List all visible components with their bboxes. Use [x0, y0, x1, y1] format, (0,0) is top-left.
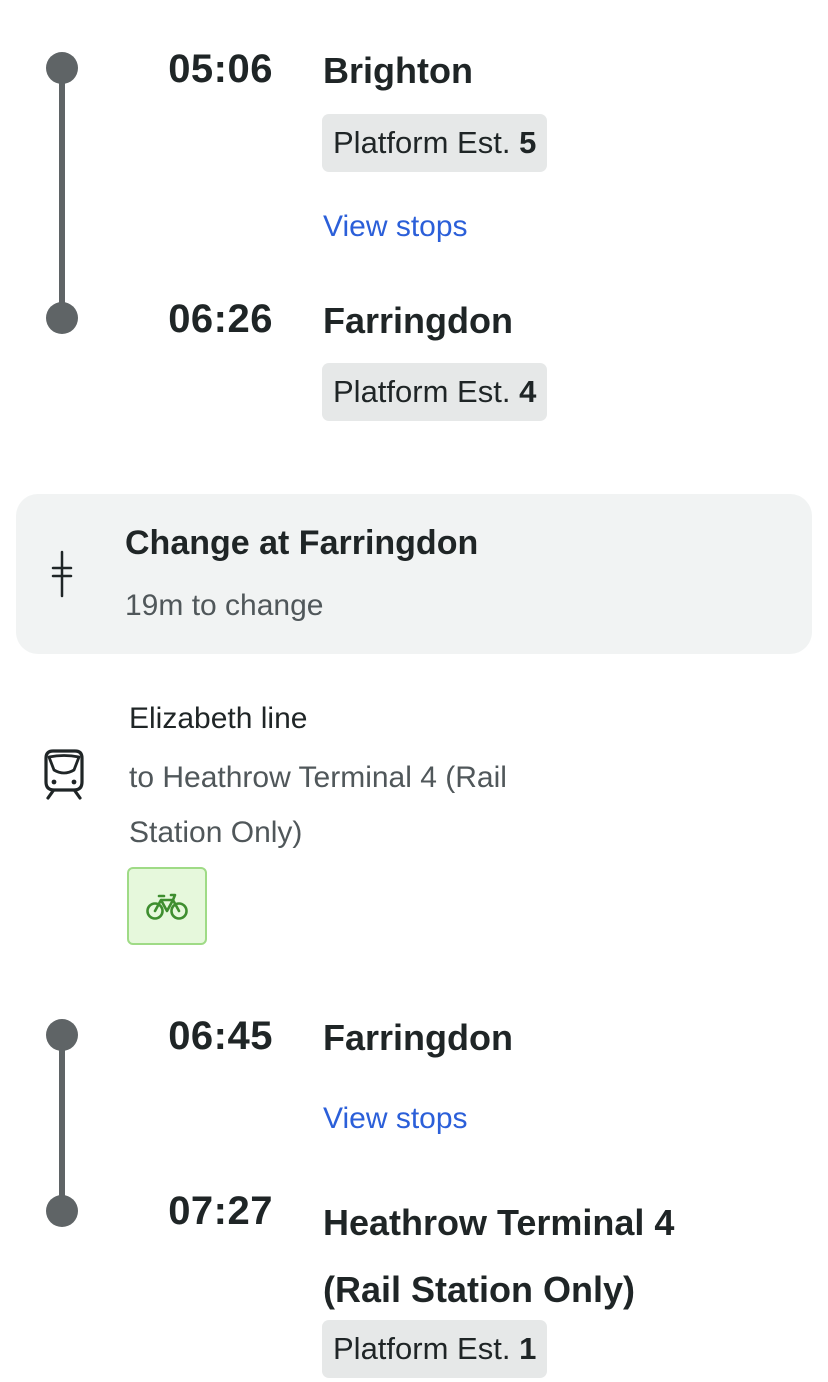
change-title: Change at Farringdon [125, 524, 479, 562]
platform-badge: Platform Est. 5 [322, 114, 548, 172]
departure-time: 05:06 [168, 47, 273, 91]
view-stops-link[interactable]: View stops [323, 1099, 468, 1139]
bicycle-icon [146, 893, 188, 920]
service-destination: to Heathrow Terminal 4 (Rail Station Onl… [129, 761, 507, 849]
platform-number: 5 [519, 125, 537, 160]
platform-badge: Platform Est. 4 [322, 363, 548, 421]
arrival-time: 06:26 [168, 297, 273, 341]
line-name: Elizabeth line [129, 702, 308, 735]
platform-label: Platform Est. [333, 374, 511, 409]
route-line [59, 68, 65, 318]
departure-dot [46, 52, 78, 84]
arrival-dot [46, 1195, 78, 1227]
arrival-station: Farringdon [323, 300, 513, 341]
change-duration: 19m to change [125, 589, 324, 622]
platform-label: Platform Est. [333, 1331, 511, 1366]
departure-station: Brighton [323, 50, 473, 91]
change-icon [51, 550, 73, 598]
route-line [59, 1036, 65, 1211]
departure-dot [46, 1019, 78, 1051]
arrival-time: 07:27 [168, 1189, 273, 1233]
departure-time: 06:45 [168, 1014, 273, 1058]
platform-badge: Platform Est. 1 [322, 1320, 548, 1378]
platform-number: 1 [519, 1331, 537, 1366]
train-icon [44, 749, 84, 800]
arrival-station: Heathrow Terminal 4 (Rail Station Only) [323, 1202, 675, 1310]
platform-label: Platform Est. [333, 125, 511, 160]
departure-station: Farringdon [323, 1017, 513, 1058]
platform-number: 4 [519, 374, 537, 409]
arrival-dot [46, 302, 78, 334]
view-stops-link[interactable]: View stops [323, 207, 468, 247]
change-card [16, 494, 812, 654]
bike-allowed-badge [127, 867, 207, 945]
